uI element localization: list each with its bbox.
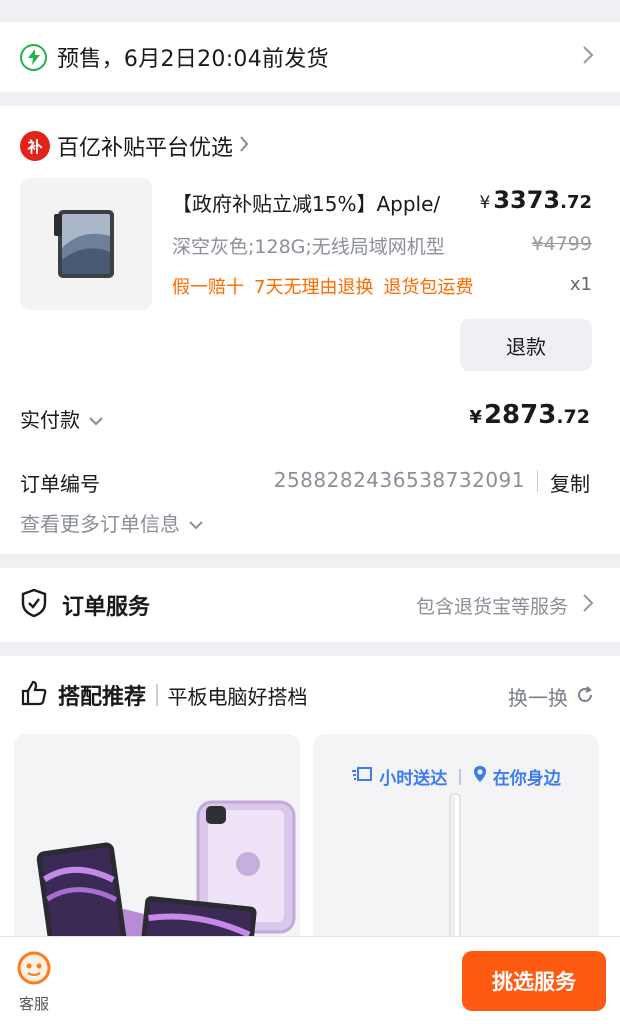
paid-label: 实付款 — [20, 408, 80, 432]
service-desc: 包含退货宝等服务 — [415, 595, 568, 618]
refresh-icon — [576, 685, 594, 709]
tag-7day-return: 7天无理由退换 — [254, 277, 374, 298]
product-tags: 假一赔十 7天无理由退换 退货包运费 — [172, 273, 473, 299]
order-card: 补 百亿补贴平台优选 【政府补贴立减15%】Apple/ ¥3373.72 深空… — [0, 106, 620, 554]
bottom-action-bar: 客服 挑选服务 — [0, 936, 620, 1024]
more-info-label: 查看更多订单信息 — [20, 512, 180, 536]
service-title: 订单服务 — [62, 595, 151, 620]
currency-symbol: ¥ — [479, 193, 491, 213]
customer-service-button[interactable]: 客服 — [14, 951, 54, 1014]
paid-amount: ¥2873.72 — [469, 400, 590, 430]
customer-service-label: 客服 — [18, 995, 49, 1013]
order-service-row[interactable]: 订单服务 包含退货宝等服务 — [0, 568, 620, 642]
product-price: ¥3373.72 — [479, 186, 592, 214]
chevron-down-icon — [188, 511, 204, 535]
order-number: 2588282436538732091 — [273, 468, 525, 492]
swap-label: 换一换 — [508, 686, 568, 710]
recommend-subtitle: 平板电脑好搭档 — [167, 684, 308, 709]
presale-text: 预售，6月2日20:04前发货 — [57, 47, 329, 72]
swap-button[interactable]: 换一换 — [508, 682, 594, 711]
thumbs-up-icon — [20, 679, 48, 711]
store-name: 百亿补贴平台优选 — [57, 136, 234, 161]
tag-fake-compensation: 假一赔十 — [172, 277, 244, 298]
order-number-label: 订单编号 — [20, 472, 100, 496]
product-image[interactable] — [20, 178, 152, 310]
chevron-right-icon — [239, 135, 249, 157]
subsidy-badge-icon: 补 — [20, 131, 50, 161]
chevron-right-icon — [582, 45, 594, 69]
product-quantity: x1 — [569, 274, 592, 295]
copy-button[interactable]: 复制 — [550, 468, 590, 497]
paid-int: 2873 — [483, 400, 557, 430]
paid-amount-toggle[interactable]: 实付款 — [20, 404, 104, 433]
recommend-header: 搭配推荐 平板电脑好搭档 — [20, 678, 308, 712]
refund-button[interactable]: 退款 — [460, 319, 592, 371]
divider — [156, 684, 158, 706]
more-order-info-link[interactable]: 查看更多订单信息 — [20, 508, 204, 537]
store-header[interactable]: 补 百亿补贴平台优选 — [20, 130, 249, 162]
product-title[interactable]: 【政府补贴立减15%】Apple/ — [172, 188, 440, 217]
currency-symbol: ¥ — [469, 407, 482, 428]
tag-free-return-shipping: 退货包运费 — [383, 277, 474, 298]
pick-service-button[interactable]: 挑选服务 — [462, 951, 606, 1011]
price-int: 3373 — [493, 186, 561, 214]
product-variant: 深空灰色;128G;无线局域网机型 — [172, 236, 445, 258]
chevron-down-icon — [88, 407, 104, 431]
original-price: ¥4799 — [531, 233, 592, 255]
lightning-icon — [20, 43, 47, 71]
presale-banner[interactable]: 预售，6月2日20:04前发货 — [0, 22, 620, 92]
divider — [536, 470, 538, 492]
chevron-right-icon — [582, 593, 594, 617]
price-dec: .72 — [560, 192, 592, 213]
paid-dec: .72 — [556, 406, 590, 428]
recommend-title: 搭配推荐 — [58, 685, 147, 710]
customer-service-icon — [17, 951, 51, 989]
shield-check-icon — [20, 588, 48, 622]
